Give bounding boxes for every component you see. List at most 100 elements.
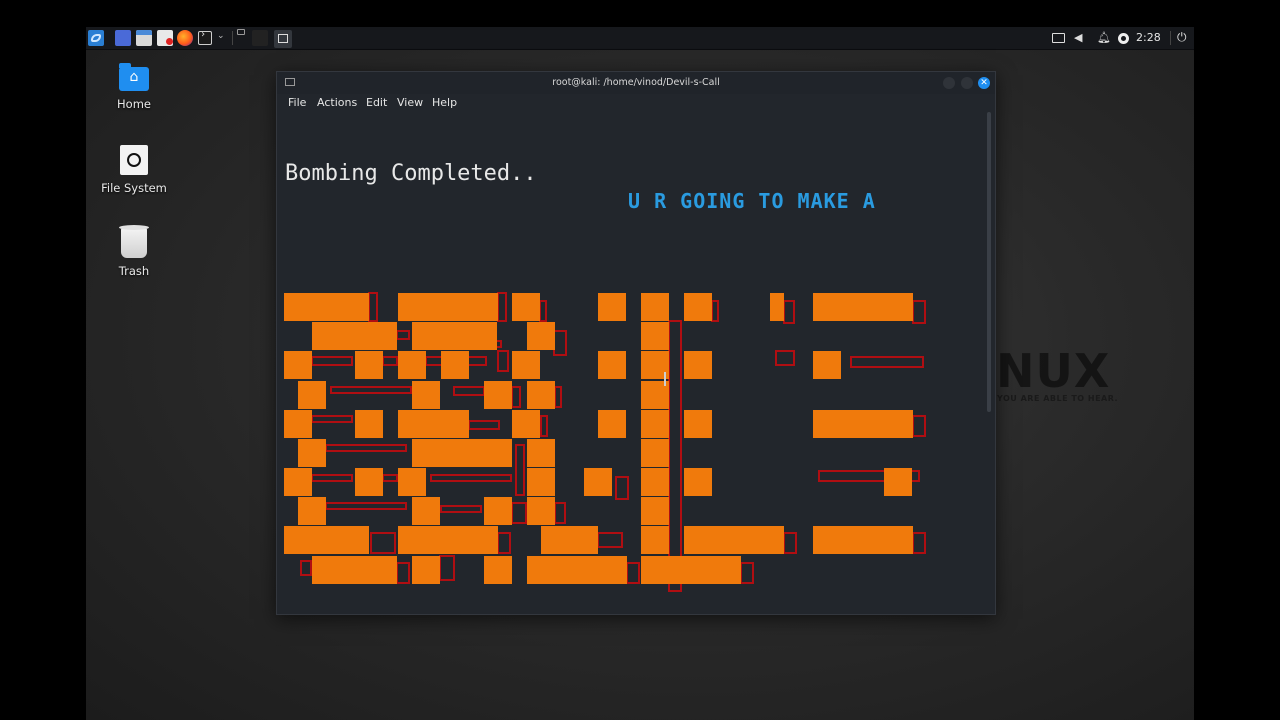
home-folder-icon — [119, 63, 149, 91]
art-block — [484, 381, 512, 409]
kali-menu-icon[interactable] — [88, 30, 104, 46]
art-block — [284, 526, 369, 554]
art-block — [312, 322, 397, 350]
art-block — [355, 468, 383, 496]
terminal-launcher-icon[interactable] — [198, 29, 212, 45]
workspace-1-icon[interactable] — [237, 29, 245, 35]
terminal-task-button[interactable] — [274, 30, 292, 48]
art-block — [398, 468, 426, 496]
art-shadow-stroke — [912, 300, 926, 324]
art-block — [598, 410, 626, 438]
show-desktop-icon[interactable] — [115, 30, 131, 46]
art-shadow-stroke — [553, 330, 567, 356]
art-block — [598, 351, 626, 379]
art-shadow-stroke — [850, 356, 924, 368]
art-shadow-stroke — [783, 300, 795, 324]
art-block — [813, 410, 913, 438]
art-block — [398, 410, 469, 438]
art-block — [284, 468, 312, 496]
art-block — [484, 556, 512, 584]
art-shadow-stroke — [468, 420, 500, 430]
art-block — [641, 556, 741, 584]
art-block — [770, 293, 784, 321]
art-shadow-stroke — [440, 505, 482, 513]
art-block — [284, 410, 312, 438]
art-block — [398, 526, 498, 554]
art-shadow-stroke — [515, 444, 525, 496]
art-shadow-stroke — [497, 532, 511, 554]
volume-icon[interactable]: ◀ — [1074, 32, 1086, 44]
art-block — [598, 293, 626, 321]
art-shadow-stroke — [511, 386, 521, 408]
art-shadow-stroke — [626, 562, 640, 584]
art-block — [641, 410, 669, 438]
art-block — [541, 526, 598, 554]
art-shadow-stroke — [368, 292, 378, 322]
art-block — [527, 381, 555, 409]
logout-icon[interactable]: ⏻ — [1177, 31, 1189, 43]
art-shadow-stroke — [382, 474, 398, 482]
art-block — [298, 381, 326, 409]
file-manager-icon[interactable] — [136, 30, 152, 46]
terminal-window[interactable]: root@kali: /home/vinod/Devil-s-Call ✕ Fi… — [276, 71, 996, 615]
art-shadow-stroke — [539, 300, 547, 322]
art-shadow-stroke — [396, 562, 410, 584]
art-block — [398, 351, 426, 379]
art-block — [355, 351, 383, 379]
display-icon[interactable] — [1052, 33, 1065, 43]
clock[interactable]: 2:28 — [1136, 31, 1161, 47]
art-block — [684, 468, 712, 496]
desktop-icon-label: Trash — [118, 264, 150, 278]
text-editor-icon[interactable] — [157, 30, 173, 46]
desktop-icon-home[interactable]: Home — [86, 63, 182, 111]
art-block — [512, 293, 540, 321]
art-block — [641, 322, 669, 350]
desktop-icon-trash[interactable]: Trash — [86, 225, 182, 278]
art-block — [684, 351, 712, 379]
kali-watermark-tagline: YOU ARE ABLE TO HEAR. — [997, 394, 1119, 403]
desktop-icon-file-system[interactable]: File System — [86, 145, 182, 195]
art-block — [584, 468, 612, 496]
art-block — [813, 293, 913, 321]
art-block — [298, 497, 326, 525]
firefox-icon[interactable] — [177, 30, 193, 46]
art-shadow-stroke — [597, 532, 623, 548]
art-shadow-stroke — [511, 502, 527, 524]
art-shadow-stroke — [554, 502, 566, 524]
art-block — [512, 351, 540, 379]
art-shadow-stroke — [396, 330, 410, 340]
panel-separator — [232, 31, 233, 45]
art-shadow-stroke — [311, 415, 353, 423]
art-block — [641, 293, 669, 321]
art-shadow-stroke — [711, 300, 719, 322]
art-block — [412, 439, 512, 467]
art-block — [813, 351, 841, 379]
workspace-2-icon[interactable] — [252, 30, 268, 46]
art-block — [527, 439, 555, 467]
art-block — [684, 410, 712, 438]
art-block — [412, 497, 440, 525]
power-manager-icon[interactable] — [1118, 33, 1129, 44]
art-block — [484, 497, 512, 525]
art-shadow-stroke — [912, 415, 926, 437]
art-shadow-stroke — [775, 350, 795, 366]
notification-bell-icon[interactable]: 🔔︎ — [1097, 32, 1111, 44]
art-block — [398, 293, 498, 321]
art-block — [641, 439, 669, 467]
text-cursor — [664, 372, 666, 386]
art-shadow-stroke — [430, 474, 512, 482]
trash-icon — [119, 225, 149, 258]
art-shadow-stroke — [912, 532, 926, 554]
art-shadow-stroke — [740, 562, 754, 584]
art-block — [641, 526, 669, 554]
art-block — [355, 410, 383, 438]
art-shadow-stroke — [615, 476, 629, 500]
art-shadow-stroke — [370, 532, 396, 554]
chevron-down-icon[interactable]: ⌄ — [217, 32, 225, 41]
top-panel: ⌄ ◀ 🔔︎ 2:28 ⏻ — [86, 27, 1194, 50]
art-shadow-stroke — [453, 386, 485, 396]
art-block — [441, 351, 469, 379]
art-block — [512, 410, 540, 438]
art-block — [412, 381, 440, 409]
art-block — [527, 322, 555, 350]
